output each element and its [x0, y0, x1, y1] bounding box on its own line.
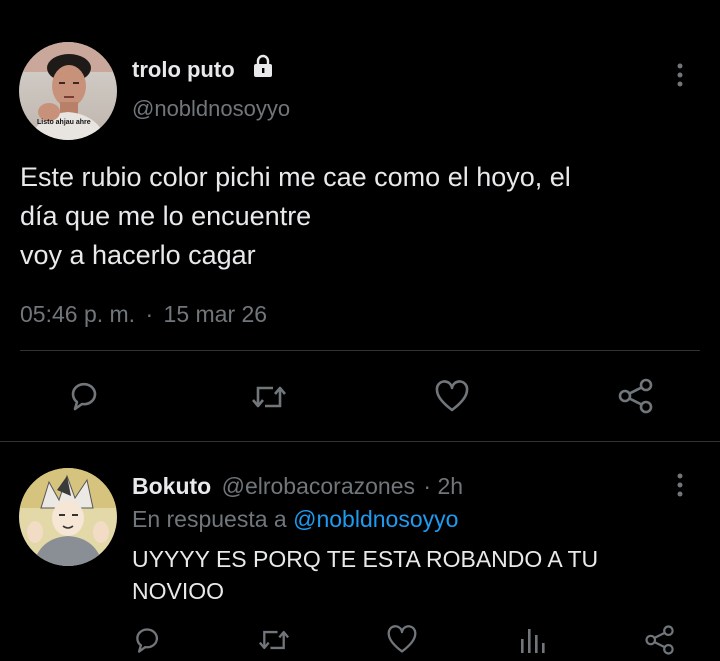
- handle[interactable]: @nobldnosoyyo: [132, 96, 290, 122]
- avatar-caption: Listo ahjau ahre: [37, 119, 91, 126]
- tweet-timestamp: 05:46 p. m. · 15 mar 26: [20, 301, 267, 328]
- tweet-text-line: Este rubio color pichi me cae como el ho…: [20, 162, 571, 192]
- display-name[interactable]: Bokuto: [132, 473, 211, 499]
- reply-icon[interactable]: [67, 378, 103, 414]
- retweet-icon[interactable]: [257, 625, 291, 655]
- more-vertical-icon[interactable]: [671, 472, 689, 498]
- reply-icon[interactable]: [132, 624, 164, 656]
- share-icon[interactable]: [644, 624, 676, 656]
- in-reply-prefix: En respuesta a: [132, 506, 287, 532]
- tweet-age: 2h: [437, 473, 464, 499]
- like-icon[interactable]: [434, 380, 470, 414]
- tweet-time: 05:46 p. m.: [20, 301, 136, 327]
- display-name[interactable]: trolo puto: [132, 57, 235, 83]
- in-reply-handle[interactable]: @nobldnosoyyo: [293, 506, 458, 532]
- avatar[interactable]: Listo ahjau ahre: [19, 42, 117, 140]
- share-icon[interactable]: [617, 377, 655, 415]
- in-reply-to: En respuesta a @nobldnosoyyo: [132, 506, 458, 533]
- avatar-image: [19, 468, 117, 566]
- analytics-icon[interactable]: [518, 625, 546, 655]
- reply-header: Bokuto @elrobacorazones · 2h: [132, 473, 463, 500]
- separator-dot: ·: [423, 473, 432, 499]
- separator-dot: ·: [145, 301, 154, 327]
- tweet-text: Este rubio color pichi me cae como el ho…: [20, 158, 571, 275]
- tweet-text-line: NOVIOO: [132, 578, 225, 604]
- retweet-icon[interactable]: [250, 380, 288, 414]
- tweet-text: UYYYY ES PORQ TE ESTA ROBANDO A TU NOVIO…: [132, 543, 598, 607]
- tweet-text-line: día que me lo encuentre: [20, 201, 312, 231]
- avatar[interactable]: [19, 468, 117, 566]
- divider: [0, 441, 720, 442]
- handle[interactable]: @elrobacorazones: [222, 473, 415, 499]
- tweet-date: 15 mar 26: [163, 301, 268, 327]
- divider: [20, 350, 700, 351]
- lock-icon: [250, 53, 276, 79]
- tweet-text-line: UYYYY ES PORQ TE ESTA ROBANDO A TU: [132, 546, 599, 572]
- like-icon[interactable]: [386, 625, 418, 655]
- more-vertical-icon[interactable]: [671, 62, 689, 88]
- tweet-text-line: voy a hacerlo cagar: [20, 240, 256, 270]
